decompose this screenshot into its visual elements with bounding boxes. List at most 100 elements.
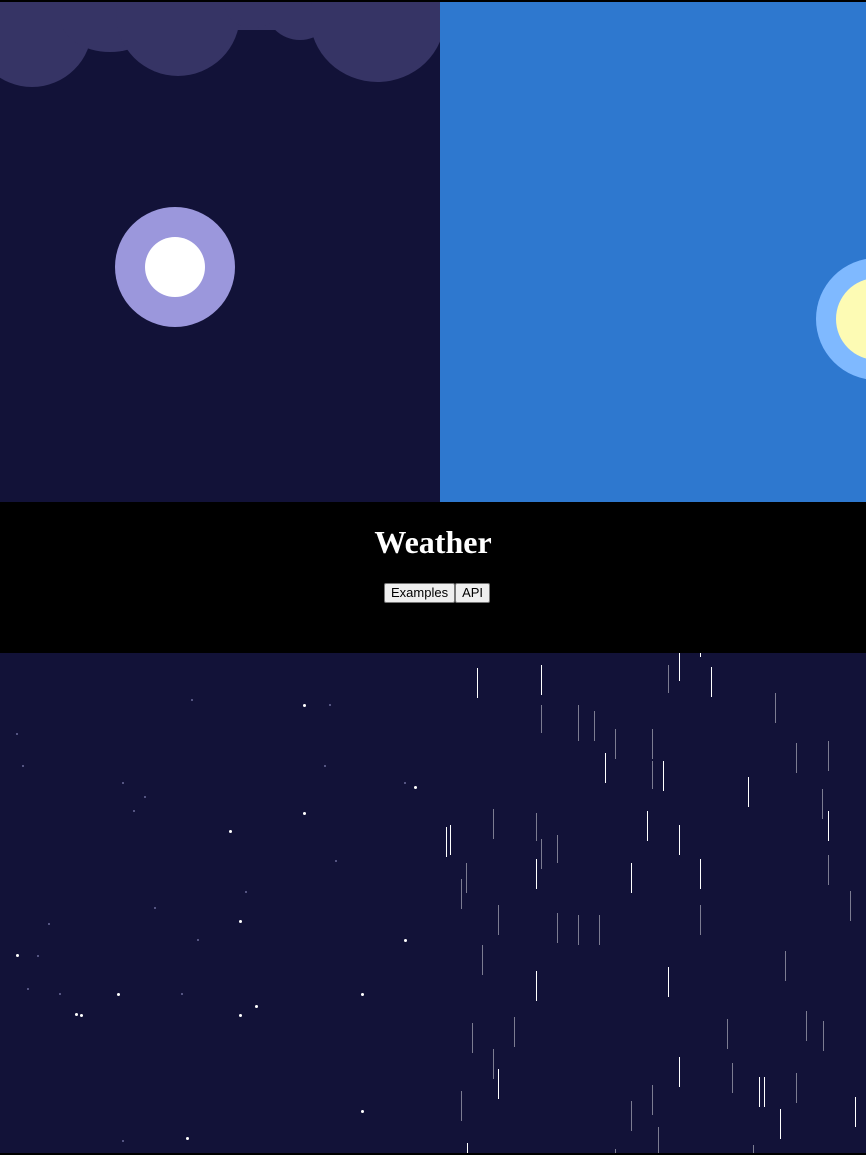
moon-icon <box>115 207 235 327</box>
raindrop-icon <box>785 951 786 981</box>
star-icon <box>122 782 124 784</box>
raindrop-icon <box>775 693 776 723</box>
star-icon <box>329 704 331 706</box>
raindrop-icon <box>647 811 648 841</box>
raindrop-icon <box>828 855 829 885</box>
star-icon <box>75 1013 78 1016</box>
raindrop-icon <box>759 1077 760 1107</box>
clear-day-scene <box>440 2 866 502</box>
raindrop-icon <box>855 1097 856 1127</box>
raindrop-icon <box>806 1011 807 1041</box>
raindrop-icon <box>461 879 462 909</box>
raindrop-icon <box>652 729 653 759</box>
star-icon <box>22 765 24 767</box>
page-title: Weather <box>374 524 492 560</box>
star-icon <box>16 733 18 735</box>
rain-scene <box>440 653 866 1153</box>
raindrop-icon <box>700 653 701 657</box>
star-icon <box>80 1014 83 1017</box>
examples-button[interactable]: Examples <box>384 583 456 603</box>
sun-icon <box>816 258 866 380</box>
raindrop-icon <box>828 811 829 841</box>
raindrop-icon <box>498 905 499 935</box>
raindrop-icon <box>557 913 558 943</box>
raindrop-icon <box>599 915 600 945</box>
raindrop-icon <box>605 753 606 783</box>
star-icon <box>245 891 247 893</box>
star-icon <box>404 939 407 942</box>
raindrop-icon <box>514 1017 515 1047</box>
raindrop-icon <box>679 1057 680 1087</box>
star-icon <box>154 907 156 909</box>
star-icon <box>414 786 417 789</box>
button-row: Examples API <box>384 583 491 603</box>
raindrop-icon <box>615 1149 616 1153</box>
raindrop-icon <box>482 945 483 975</box>
star-icon <box>191 699 193 701</box>
raindrop-icon <box>446 827 447 857</box>
raindrop-icon <box>631 1101 632 1131</box>
star-icon <box>229 830 232 833</box>
weather-demo-page: Weather Examples API <box>0 0 866 1155</box>
raindrop-icon <box>828 741 829 771</box>
raindrop-icon <box>658 1127 659 1153</box>
raindrop-icon <box>541 665 542 695</box>
raindrop-icon <box>477 668 478 698</box>
star-icon <box>239 1014 242 1017</box>
star-icon <box>324 765 326 767</box>
cloudy-night-scene <box>0 2 440 502</box>
star-icon <box>335 860 337 862</box>
raindrop-icon <box>668 967 669 997</box>
raindrop-icon <box>498 1069 499 1099</box>
raindrop-icon <box>578 915 579 945</box>
raindrop-icon <box>780 1109 781 1139</box>
raindrop-icon <box>753 1145 754 1153</box>
star-icon <box>144 796 146 798</box>
moon-core <box>145 237 205 297</box>
star-icon <box>197 939 199 941</box>
raindrop-icon <box>466 863 467 893</box>
raindrop-icon <box>450 825 451 855</box>
raindrop-icon <box>748 777 749 807</box>
star-icon <box>59 993 61 995</box>
raindrop-icon <box>472 1023 473 1053</box>
raindrop-icon <box>700 859 701 889</box>
raindrop-icon <box>557 835 558 863</box>
raindrop-icon <box>732 1063 733 1093</box>
starry-night-scene <box>0 653 440 1153</box>
raindrop-icon <box>700 905 701 935</box>
raindrop-icon <box>764 1077 765 1107</box>
raindrop-icon <box>461 1091 462 1121</box>
star-icon <box>181 993 183 995</box>
raindrop-icon <box>679 825 680 855</box>
star-icon <box>133 810 135 812</box>
star-icon <box>303 704 306 707</box>
raindrop-icon <box>663 761 664 791</box>
raindrop-icon <box>850 891 851 921</box>
sun-core <box>836 278 866 360</box>
raindrop-icon <box>822 789 823 819</box>
raindrop-icon <box>679 653 680 681</box>
star-icon <box>186 1137 189 1140</box>
raindrop-icon <box>631 863 632 893</box>
api-button[interactable]: API <box>455 583 491 603</box>
raindrop-icon <box>536 813 537 841</box>
raindrop-icon <box>668 665 669 693</box>
raindrop-icon <box>652 761 653 789</box>
star-icon <box>361 993 364 996</box>
raindrop-icon <box>796 743 797 773</box>
star-icon <box>361 1110 364 1113</box>
star-icon <box>255 1005 258 1008</box>
raindrop-icon <box>711 667 712 697</box>
raindrop-icon <box>536 971 537 1001</box>
raindrop-icon <box>615 729 616 759</box>
star-icon <box>117 993 120 996</box>
raindrop-icon <box>536 859 537 889</box>
raindrop-icon <box>578 705 579 741</box>
raindrop-icon <box>493 809 494 839</box>
star-icon <box>16 954 19 957</box>
raindrop-icon <box>467 1143 468 1153</box>
star-icon <box>37 955 39 957</box>
raindrop-icon <box>493 1049 494 1079</box>
star-icon <box>404 782 406 784</box>
